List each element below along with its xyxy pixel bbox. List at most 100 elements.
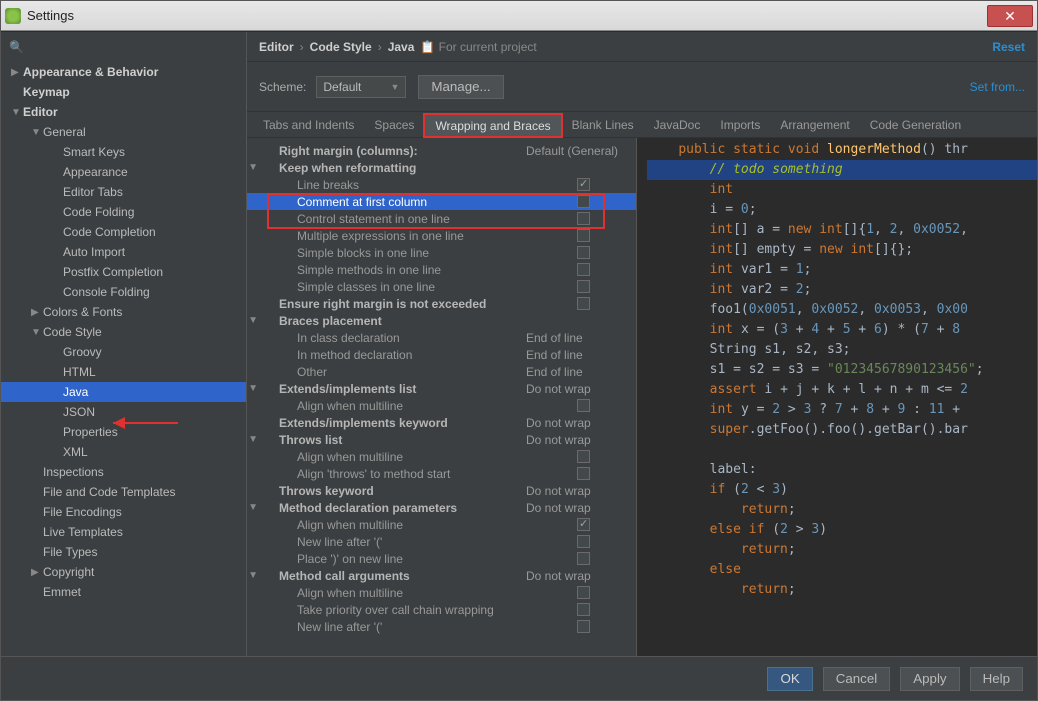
sidebar-item-file-types[interactable]: File Types	[1, 542, 246, 562]
wrapping-options-panel[interactable]: Right margin (columns):Default (General)…	[247, 138, 637, 656]
opt-new-line-after[interactable]: New line after '('	[261, 535, 577, 549]
sidebar-item-live-templates[interactable]: Live Templates	[1, 522, 246, 542]
sidebar-item-groovy[interactable]: Groovy	[1, 342, 246, 362]
tab-imports[interactable]: Imports	[710, 114, 770, 137]
sidebar-item-smart-keys[interactable]: Smart Keys	[1, 142, 246, 162]
checkbox-comment-first[interactable]	[577, 195, 590, 208]
crumb-java[interactable]: Java	[388, 40, 415, 54]
opt-simple-blocks[interactable]: Simple blocks in one line	[261, 246, 577, 260]
checkbox-simple-blocks[interactable]	[577, 246, 590, 259]
tab-wrapping-braces[interactable]: Wrapping and Braces	[424, 114, 561, 137]
checkbox-multi-expr[interactable]	[577, 229, 590, 242]
checkbox-align-2[interactable]	[577, 450, 590, 463]
sidebar-item-auto-import[interactable]: Auto Import	[1, 242, 246, 262]
sidebar-item-xml[interactable]: XML	[1, 442, 246, 462]
sidebar-item-appearance-behavior[interactable]: ▶Appearance & Behavior	[1, 62, 246, 82]
opt-place-paren[interactable]: Place ')' on new line	[261, 552, 577, 566]
chevron-down-icon: ▼	[390, 82, 399, 92]
sidebar-item-keymap[interactable]: Keymap	[1, 82, 246, 102]
opt-throws-keyword[interactable]: Throws keyword	[261, 484, 526, 498]
opt-simple-classes[interactable]: Simple classes in one line	[261, 280, 577, 294]
sidebar-item-java[interactable]: Java	[1, 382, 246, 402]
opt-keep-reformatting[interactable]: Keep when reformatting	[261, 161, 626, 175]
opt-throws-list[interactable]: Throws list	[261, 433, 526, 447]
sidebar-item-inspections[interactable]: Inspections	[1, 462, 246, 482]
search-icon[interactable]: 🔍	[9, 40, 24, 54]
opt-align-multiline-3[interactable]: Align when multiline	[261, 518, 577, 532]
sidebar-item-file-encodings[interactable]: File Encodings	[1, 502, 246, 522]
manage-button[interactable]: Manage...	[418, 75, 503, 99]
checkbox-simple-classes[interactable]	[577, 280, 590, 293]
checkbox-newline-after-2[interactable]	[577, 620, 590, 633]
checkbox-align-3[interactable]	[577, 518, 590, 531]
scheme-combo[interactable]: Default ▼	[316, 76, 406, 98]
sidebar-item-appearance[interactable]: Appearance	[1, 162, 246, 182]
help-button[interactable]: Help	[970, 667, 1023, 691]
opt-multi-expr[interactable]: Multiple expressions in one line	[261, 229, 577, 243]
sidebar-item-emmet[interactable]: Emmet	[1, 582, 246, 602]
opt-align-multiline-1[interactable]: Align when multiline	[261, 399, 577, 413]
crumb-editor[interactable]: Editor	[259, 40, 294, 54]
checkbox-line-breaks[interactable]	[577, 178, 590, 191]
close-button[interactable]: ✕	[987, 5, 1033, 27]
sidebar-item-copyright[interactable]: ▶Copyright	[1, 562, 246, 582]
settings-tree[interactable]: ▶Appearance & BehaviorKeymap▼Editor▼Gene…	[1, 62, 246, 650]
opt-method-call[interactable]: Method call arguments	[261, 569, 526, 583]
checkbox-simple-methods[interactable]	[577, 263, 590, 276]
ok-button[interactable]: OK	[767, 667, 812, 691]
checkbox-newline-after[interactable]	[577, 535, 590, 548]
opt-align-multiline-2[interactable]: Align when multiline	[261, 450, 577, 464]
opt-simple-methods[interactable]: Simple methods in one line	[261, 263, 577, 277]
tab-tabs-indents[interactable]: Tabs and Indents	[253, 114, 364, 137]
sidebar-item-general[interactable]: ▼General	[1, 122, 246, 142]
tab-arrangement[interactable]: Arrangement	[770, 114, 859, 137]
cancel-button[interactable]: Cancel	[823, 667, 891, 691]
sidebar-item-postfix-completion[interactable]: Postfix Completion	[1, 262, 246, 282]
reset-link[interactable]: Reset	[992, 40, 1025, 54]
opt-other[interactable]: Other	[261, 365, 526, 379]
opt-braces-placement[interactable]: Braces placement	[261, 314, 626, 328]
breadcrumb: Editor › Code Style › Java 📋 For current…	[247, 32, 1037, 62]
opt-comment-first-column[interactable]: Comment at first column	[261, 195, 577, 209]
sidebar-item-colors-fonts[interactable]: ▶Colors & Fonts	[1, 302, 246, 322]
opt-control-statement-one-line[interactable]: Control statement in one line	[261, 212, 577, 226]
opt-new-line-after-2[interactable]: New line after '('	[261, 620, 577, 634]
opt-in-class[interactable]: In class declaration	[261, 331, 526, 345]
checkbox-align-4[interactable]	[577, 586, 590, 599]
sidebar-item-file-and-code-templates[interactable]: File and Code Templates	[1, 482, 246, 502]
apply-button[interactable]: Apply	[900, 667, 959, 691]
opt-ensure-margin[interactable]: Ensure right margin is not exceeded	[261, 297, 577, 311]
opt-extends-keyword[interactable]: Extends/implements keyword	[261, 416, 526, 430]
sidebar-item-editor[interactable]: ▼Editor	[1, 102, 246, 122]
checkbox-align-1[interactable]	[577, 399, 590, 412]
opt-align-throws[interactable]: Align 'throws' to method start	[261, 467, 577, 481]
opt-align-multiline-4[interactable]: Align when multiline	[261, 586, 577, 600]
opt-line-breaks[interactable]: Line breaks	[261, 178, 577, 192]
sidebar-item-code-style[interactable]: ▼Code Style	[1, 322, 246, 342]
opt-in-method[interactable]: In method declaration	[261, 348, 526, 362]
set-from-link[interactable]: Set from...	[970, 80, 1025, 94]
opt-take-priority[interactable]: Take priority over call chain wrapping	[261, 603, 577, 617]
opt-method-decl[interactable]: Method declaration parameters	[261, 501, 526, 515]
sidebar-item-code-folding[interactable]: Code Folding	[1, 202, 246, 222]
sidebar-item-json[interactable]: JSON	[1, 402, 246, 422]
checkbox-place-paren[interactable]	[577, 552, 590, 565]
opt-right-margin: Right margin (columns):	[261, 144, 526, 158]
app-logo-icon	[5, 8, 21, 24]
sidebar-item-code-completion[interactable]: Code Completion	[1, 222, 246, 242]
sidebar-item-editor-tabs[interactable]: Editor Tabs	[1, 182, 246, 202]
checkbox-priority[interactable]	[577, 603, 590, 616]
crumb-code-style[interactable]: Code Style	[310, 40, 372, 54]
tab-spaces[interactable]: Spaces	[364, 114, 424, 137]
sidebar-item-properties[interactable]: Properties	[1, 422, 246, 442]
sidebar-item-console-folding[interactable]: Console Folding	[1, 282, 246, 302]
tab-blank-lines[interactable]: Blank Lines	[562, 114, 644, 137]
opt-extends-list[interactable]: Extends/implements list	[261, 382, 526, 396]
checkbox-ctrl-one-line[interactable]	[577, 212, 590, 225]
checkbox-align-throws[interactable]	[577, 467, 590, 480]
checkbox-ensure-margin[interactable]	[577, 297, 590, 310]
tab-code-generation[interactable]: Code Generation	[860, 114, 971, 137]
tab-javadoc[interactable]: JavaDoc	[644, 114, 711, 137]
title-bar: Settings ✕	[1, 1, 1037, 31]
sidebar-item-html[interactable]: HTML	[1, 362, 246, 382]
